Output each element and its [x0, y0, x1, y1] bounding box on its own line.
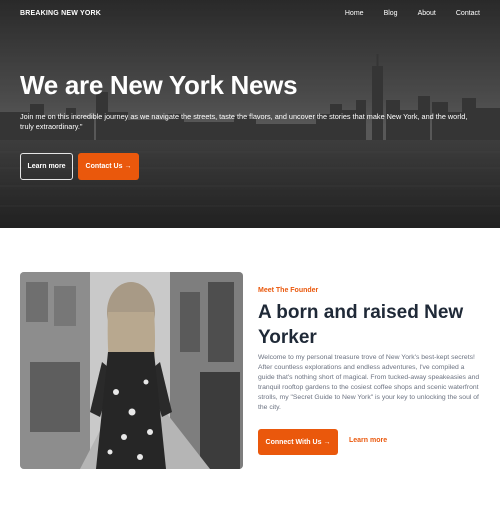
- founder-eyebrow: Meet The Founder: [258, 287, 319, 294]
- woman-walking-street-photo: [20, 272, 243, 469]
- arrow-right-icon: →: [323, 438, 331, 446]
- nav-blog[interactable]: Blog: [384, 10, 398, 17]
- site-brand[interactable]: BREAKING NEW YORK: [20, 10, 101, 17]
- hero-section: BREAKING NEW YORK Home Blog About Contac…: [0, 0, 500, 228]
- connect-with-us-button[interactable]: Connect With Us →: [258, 429, 338, 455]
- learn-more-button[interactable]: Learn more: [20, 153, 73, 180]
- hero-description: Join me on this incredible journey as we…: [20, 112, 468, 131]
- contact-us-label: Contact Us: [85, 163, 123, 170]
- learn-more-label: Learn more: [27, 163, 66, 170]
- nav-about[interactable]: About: [418, 10, 436, 17]
- contact-us-button[interactable]: Contact Us →: [78, 153, 139, 180]
- nav-home[interactable]: Home: [345, 10, 364, 17]
- nav-contact[interactable]: Contact: [456, 10, 480, 17]
- founder-learn-more-link[interactable]: Learn more: [349, 437, 387, 444]
- founder-title: A born and raised New Yorker: [258, 302, 464, 348]
- hero-title: We are New York News: [20, 70, 298, 100]
- founder-description: Welcome to my personal treasure trove of…: [258, 354, 480, 411]
- main-nav: Home Blog About Contact: [345, 10, 480, 17]
- arrow-right-icon: →: [124, 163, 132, 170]
- founder-photo: [20, 272, 243, 469]
- connect-with-us-label: Connect With Us: [265, 438, 322, 446]
